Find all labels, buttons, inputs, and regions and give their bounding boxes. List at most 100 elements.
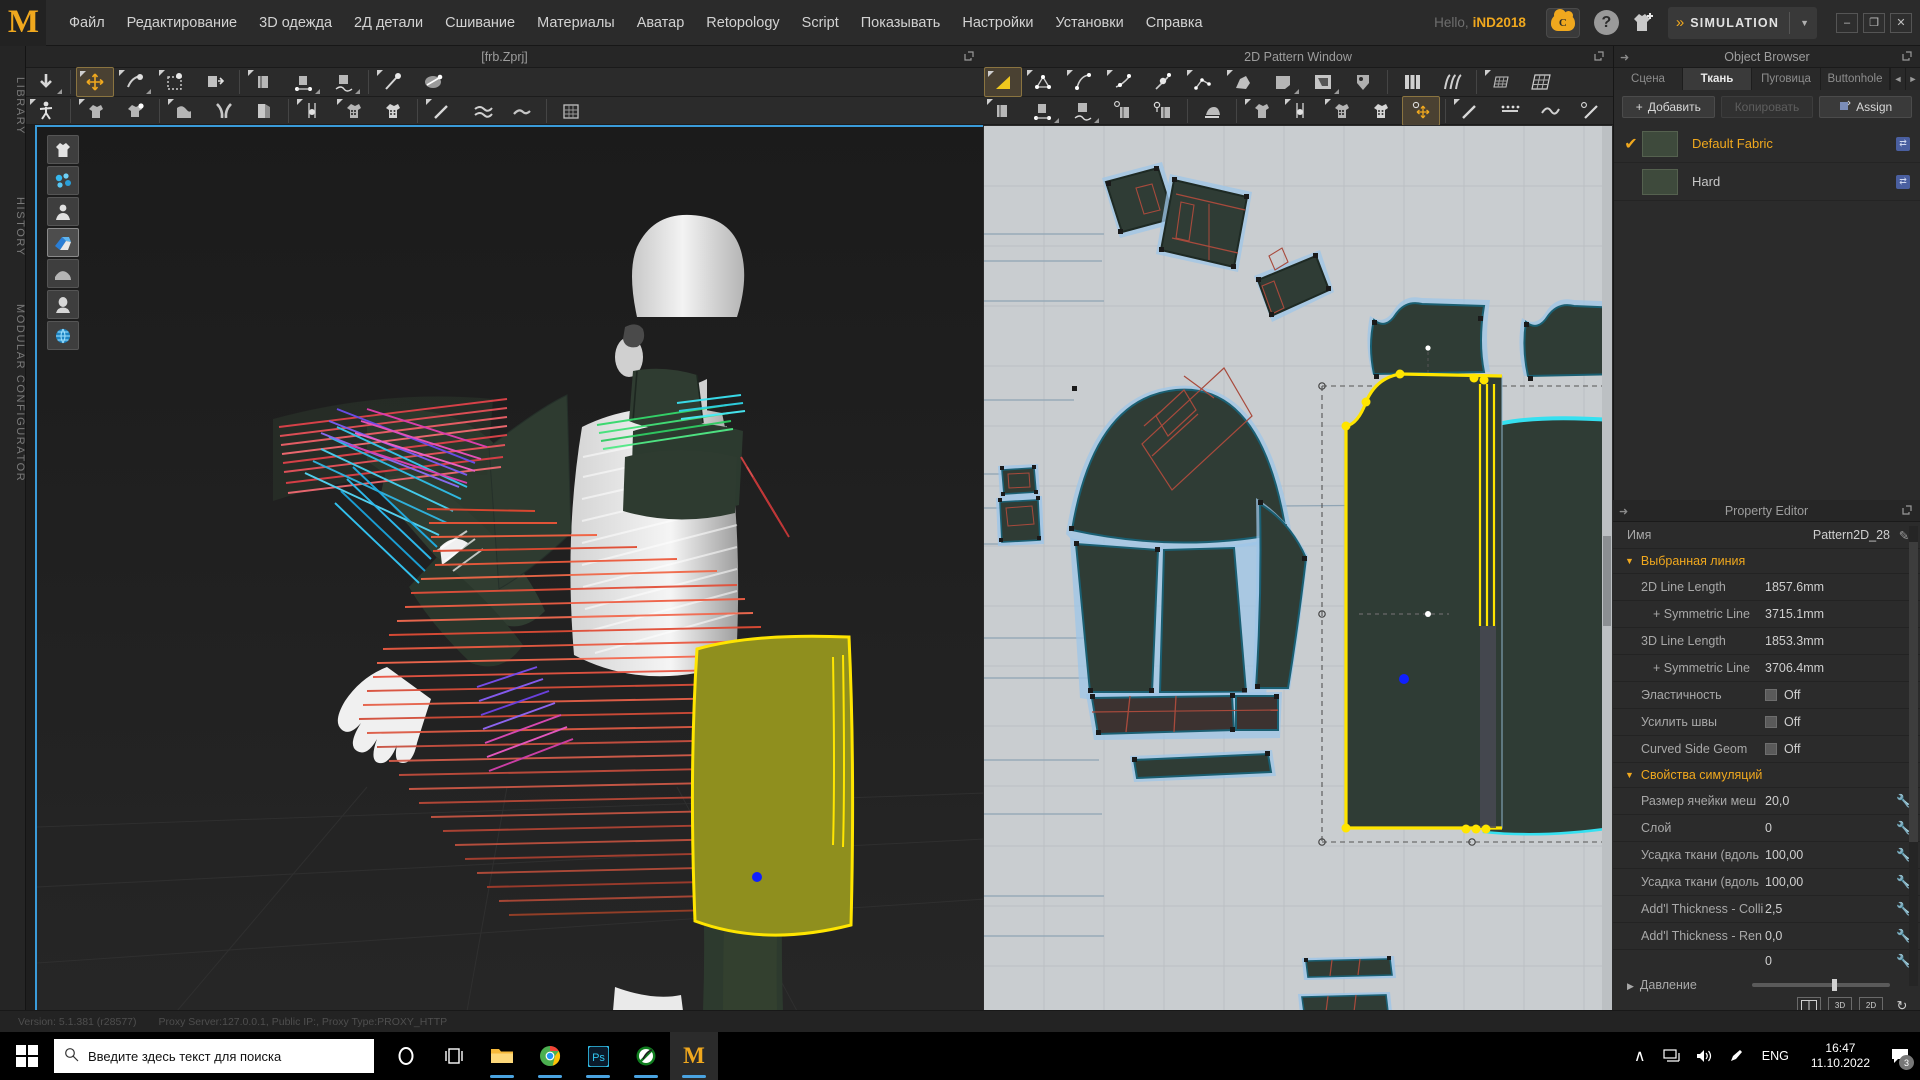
maximize-restore-button[interactable]: ❐: [1863, 13, 1885, 33]
property-row-reinforce-seams[interactable]: Усилить швы Off: [1613, 709, 1920, 736]
notification-icon[interactable]: 3: [1882, 1032, 1920, 1080]
property-group-selected-line[interactable]: ▼ Выбранная линия: [1613, 549, 1920, 574]
gradation-tool[interactable]: [463, 96, 501, 126]
sidebar-tab-modular-configurator[interactable]: MODULAR CONFIGURATOR: [0, 296, 26, 491]
simulation-mode-selector[interactable]: » SIMULATION ▼: [1668, 7, 1817, 39]
menu-2d-pattern[interactable]: 2Д детали: [343, 9, 434, 37]
avatar-size-tool[interactable]: [116, 96, 154, 126]
menu-edit[interactable]: Редактирование: [116, 9, 248, 37]
uv-editor-tool[interactable]: [552, 96, 590, 126]
file-explorer-icon[interactable]: [478, 1032, 526, 1080]
avatar-head-icon[interactable]: [47, 290, 79, 319]
property-row-pressure[interactable]: ▶Давление: [1613, 972, 1920, 992]
sew-check-tool[interactable]: [1104, 96, 1142, 126]
fold-arrange-2d-tool[interactable]: [1144, 67, 1182, 97]
tab-button[interactable]: Пуговица: [1752, 68, 1821, 90]
baseline-tool[interactable]: [1491, 96, 1529, 126]
avatar-pose-tool[interactable]: [27, 96, 65, 126]
add-garment-icon[interactable]: [1630, 11, 1656, 35]
edit-curve-tool[interactable]: [1064, 67, 1102, 97]
apply-icon[interactable]: ⇄: [1896, 175, 1910, 189]
environment-globe-icon[interactable]: [47, 321, 79, 350]
tab-scene[interactable]: Сцена: [1614, 68, 1683, 90]
pen-icon[interactable]: [1720, 1032, 1752, 1080]
property-row-3d-line-length[interactable]: 3D Line Length 1853.3mm: [1613, 628, 1920, 655]
property-row-name[interactable]: Имя Pattern2D_28 ✎: [1613, 522, 1920, 549]
property-group-simulation-properties[interactable]: ▼ Свойства симуляций: [1613, 763, 1920, 788]
transform-move-tool[interactable]: [76, 67, 114, 97]
button-tool[interactable]: [334, 96, 372, 126]
tab-buttonhole[interactable]: Buttonhole: [1821, 68, 1890, 90]
measure-2d-tool[interactable]: [1451, 96, 1489, 126]
garment-fold-tool[interactable]: [165, 96, 203, 126]
pressure-slider[interactable]: [1752, 983, 1890, 987]
edit-point-tool[interactable]: [1024, 67, 1062, 97]
property-row-pressure-value[interactable]: 0 🔧: [1613, 950, 1920, 972]
apply-icon[interactable]: ⇄: [1896, 137, 1910, 151]
sew-free-2d-tool[interactable]: [1024, 96, 1062, 126]
zipper-2d-tool[interactable]: [1282, 96, 1320, 126]
popout-icon[interactable]: [1901, 504, 1913, 519]
pin-tool[interactable]: [374, 67, 412, 97]
curve-measure-tool[interactable]: [1531, 96, 1569, 126]
sew-curve-tool[interactable]: [325, 67, 363, 97]
tack-tool[interactable]: [414, 67, 452, 97]
help-question-icon[interactable]: ?: [1594, 10, 1619, 35]
clo-set-cloud-button[interactable]: C: [1546, 8, 1580, 38]
edit-pattern-tool[interactable]: [984, 67, 1022, 97]
google-chrome-icon[interactable]: [526, 1032, 574, 1080]
property-row-3d-symmetric-line[interactable]: + Symmetric Line 3706.4mm: [1613, 655, 1920, 682]
flatten-surface-tool[interactable]: [503, 96, 541, 126]
buttonhole-2d-tool[interactable]: [1362, 96, 1400, 126]
edit-curvature-tool[interactable]: [1104, 67, 1142, 97]
edit-segment-tool[interactable]: [1184, 67, 1222, 97]
property-row-layer[interactable]: Слой 0 🔧: [1613, 815, 1920, 842]
menu-script[interactable]: Script: [791, 9, 850, 37]
tab-next-arrow-icon[interactable]: ►: [1905, 68, 1920, 90]
fold-arrange-tool[interactable]: [196, 67, 234, 97]
brush-select-tool[interactable]: [116, 67, 154, 97]
property-row-shrinkage-weft[interactable]: Усадка ткани (вдоль 100,00 🔧: [1613, 842, 1920, 869]
pleat-tool[interactable]: [1393, 67, 1431, 97]
select-box-tool[interactable]: [156, 67, 194, 97]
shade-display-icon[interactable]: [47, 259, 79, 288]
polygon-tool[interactable]: [1224, 67, 1262, 97]
chevron-up-icon[interactable]: ∧: [1624, 1032, 1656, 1080]
dart-tool[interactable]: [1433, 67, 1471, 97]
property-row-particle-distance[interactable]: Размер ячейки меш 20,0 🔧: [1613, 788, 1920, 815]
popout-icon[interactable]: [963, 50, 975, 62]
menu-display[interactable]: Показывать: [850, 9, 952, 37]
slider-thumb[interactable]: [1832, 979, 1837, 991]
task-view-icon[interactable]: [430, 1032, 478, 1080]
zipper-tool[interactable]: [294, 96, 332, 126]
tab-fabric[interactable]: Ткань: [1683, 68, 1752, 90]
circumference-tool[interactable]: [1571, 96, 1609, 126]
clo3d-icon[interactable]: M: [670, 1032, 718, 1080]
fabric-checked-icon[interactable]: ✔: [1620, 134, 1642, 154]
button-2d-tool[interactable]: [1322, 96, 1360, 126]
sidebar-tab-library[interactable]: LIBRARY: [0, 54, 26, 159]
property-row-addl-thickness-collision[interactable]: Add'l Thickness - Colli 2,5 🔧: [1613, 896, 1920, 923]
buttonhole-tool[interactable]: [374, 96, 412, 126]
clock[interactable]: 16:47 11.10.2022: [1799, 1041, 1882, 1071]
property-row-shrinkage-warp[interactable]: Усадка ткани (вдоль 100,00 🔧: [1613, 869, 1920, 896]
checkbox-icon[interactable]: [1765, 689, 1777, 701]
property-row-elasticity[interactable]: Эластичность Off: [1613, 682, 1920, 709]
dock-pin-icon[interactable]: ➜: [1619, 505, 1628, 518]
dock-pin-icon[interactable]: ➜: [1620, 51, 1629, 64]
sew-pin-tool[interactable]: [1144, 96, 1182, 126]
sew-segment-tool[interactable]: [245, 67, 283, 97]
windows-start-icon[interactable]: [0, 1032, 54, 1080]
property-scrollbar-thumb[interactable]: [1909, 542, 1918, 842]
cortana-icon[interactable]: [382, 1032, 430, 1080]
volume-icon[interactable]: [1688, 1032, 1720, 1080]
menu-materials[interactable]: Материалы: [526, 9, 626, 37]
menu-help[interactable]: Справка: [1135, 9, 1214, 37]
inner-polygon-tool[interactable]: [1304, 67, 1342, 97]
property-row-addl-thickness-render[interactable]: Add'l Thickness - Ren 0,0 🔧: [1613, 923, 1920, 950]
garment-display-icon[interactable]: [47, 135, 79, 164]
measure-tool[interactable]: [423, 96, 461, 126]
grid-large-tool[interactable]: [1522, 67, 1560, 97]
cloud-compare-icon[interactable]: [622, 1032, 670, 1080]
popout-icon[interactable]: [1593, 50, 1605, 62]
